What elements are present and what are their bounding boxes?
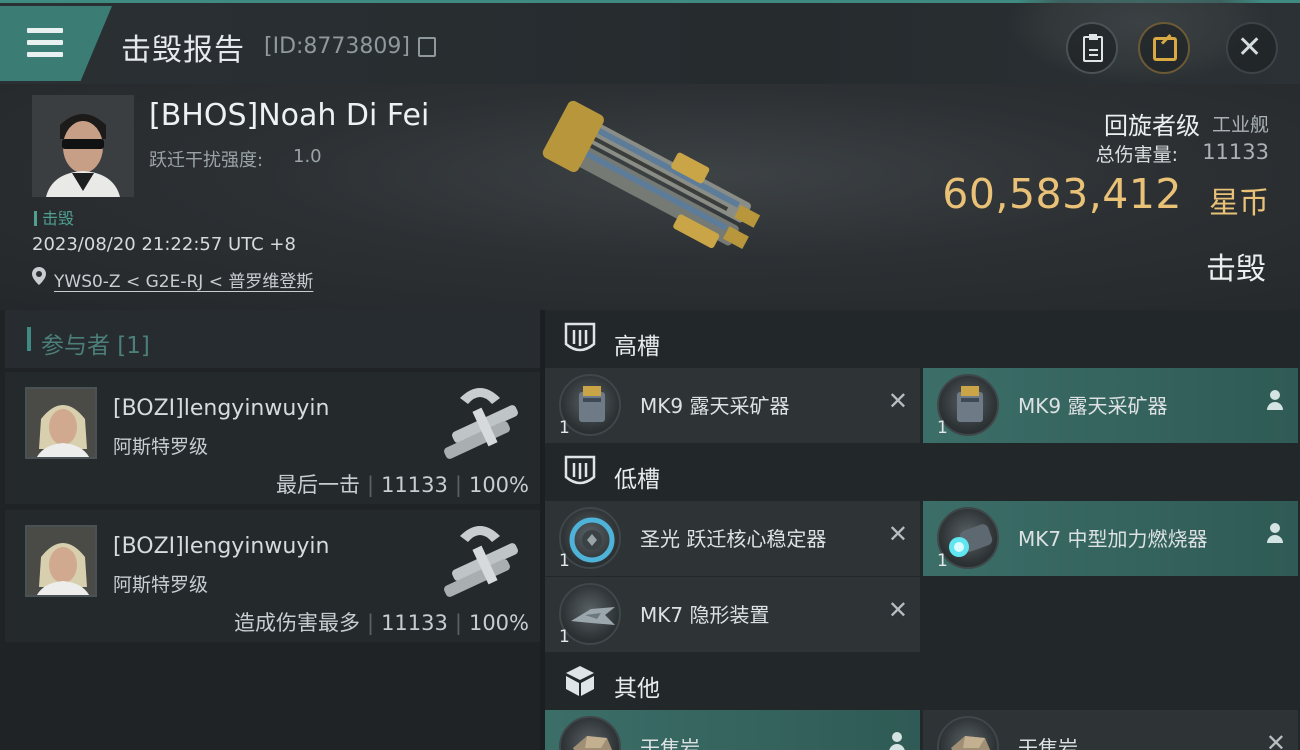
attacker-ship: 阿斯特罗级 [113, 436, 209, 458]
copy-id-icon[interactable] [418, 37, 436, 57]
attacker-damage: 11133 [381, 473, 448, 497]
module-quantity: 1 [937, 551, 948, 571]
module-quantity: 1 [559, 418, 570, 438]
close-button[interactable]: ✕ [1226, 22, 1278, 74]
attacker-name[interactable]: [BOZI]lengyinwuyin [113, 396, 329, 421]
module-name: MK7 中型加力燃烧器 [1018, 527, 1208, 551]
warp-disruption-value: 1.0 [293, 146, 322, 167]
share-icon [1153, 37, 1177, 61]
module-quantity: 1 [559, 551, 570, 571]
attacker-ship-icon[interactable] [430, 378, 530, 466]
person-icon [888, 732, 906, 750]
share-button[interactable] [1138, 22, 1190, 74]
cargo-box-icon [566, 666, 594, 696]
isk-value: 60,583,412 [942, 170, 1182, 218]
module-item[interactable]: 1 MK9 露天采矿器 ✕ [545, 368, 920, 443]
module-item[interactable]: 1 MK9 露天采矿器 [923, 368, 1298, 443]
ore-icon [559, 716, 621, 750]
other-slot-header: 其他 [545, 652, 1300, 710]
module-item[interactable]: 1 圣光 跃迁核心稳定器 ✕ [545, 501, 920, 576]
high-slot-header: 高槽 [545, 310, 1300, 368]
ore-icon [937, 716, 999, 750]
participants-panel: 参与者 [1] [BOZI]lengyinwuyin 阿斯特罗级 最后一击 | … [0, 310, 540, 750]
victim-avatar[interactable] [32, 95, 134, 197]
low-slot-label: 低槽 [614, 467, 660, 493]
other-slot-label: 其他 [614, 676, 660, 702]
module-name: 干焦岩 [640, 736, 700, 750]
isk-unit: 星币 [1209, 186, 1269, 221]
module-item[interactable]: 干焦岩 ✕ [923, 710, 1298, 750]
x-icon: ✕ [887, 596, 908, 624]
ship-type-name[interactable]: 回旋者级 [1104, 106, 1200, 141]
attacker-ship: 阿斯特罗级 [113, 574, 209, 596]
low-slot-icon [564, 455, 596, 485]
attacker-damage: 11133 [381, 611, 448, 635]
high-slot-icon [564, 322, 596, 352]
module-name: 圣光 跃迁核心稳定器 [640, 527, 827, 551]
x-icon: ✕ [1265, 729, 1286, 750]
close-icon: ✕ [1237, 30, 1263, 65]
fitting-panel: 高槽 1 MK9 露天采矿器 ✕ 1 MK9 露天采矿器 低槽 1 圣光 跃迁核… [545, 310, 1300, 750]
total-damage-label: 总伤害量: [1095, 144, 1178, 166]
module-quantity: 1 [559, 627, 570, 647]
victim-name[interactable]: [BHOS]Noah Di Fei [149, 98, 429, 133]
title-bar: 击毁报告 [ID:8773809] ✕ [0, 0, 1300, 84]
victim-panel: [BHOS]Noah Di Fei 跃迁干扰强度: 1.0 击毁 2023/08… [0, 84, 1300, 310]
menu-button[interactable] [0, 6, 112, 81]
total-damage-value: 11133 [1202, 140, 1269, 164]
low-slot-header: 低槽 [545, 443, 1300, 501]
module-item[interactable]: 1 MK7 中型加力燃烧器 [923, 501, 1298, 576]
attacker-avatar[interactable] [25, 525, 97, 597]
location-link[interactable]: YWS0-Z < G2E-RJ < 普罗维登斯 [54, 272, 313, 292]
map-pin-icon [32, 267, 46, 285]
attacker-percent: 100% [468, 611, 529, 635]
person-icon [1266, 390, 1284, 412]
attacker-stats: 最后一击 | 11133 | 100% [275, 473, 529, 497]
participants-header: 参与者 [1] [5, 310, 540, 368]
module-item[interactable]: 干焦岩 [545, 710, 920, 750]
kill-timestamp: 2023/08/20 21:22:57 UTC +8 [32, 234, 296, 255]
warp-disruption-label: 跃迁干扰强度: [149, 150, 264, 171]
victim-ship-render [542, 100, 761, 249]
module-name: MK9 露天采矿器 [1018, 394, 1168, 418]
kill-status: 击毁 [1206, 252, 1266, 287]
module-name: MK9 露天采矿器 [640, 394, 790, 418]
attacker-name[interactable]: [BOZI]lengyinwuyin [113, 534, 329, 559]
attacker-percent: 100% [468, 473, 529, 497]
attacker-tag: 最后一击 [275, 473, 360, 497]
person-icon [1266, 523, 1284, 545]
report-id: [ID:8773809] [264, 34, 410, 59]
attacker-tag: 造成伤害最多 [233, 611, 360, 635]
clipboard-icon [1083, 34, 1103, 62]
module-quantity: 1 [937, 418, 948, 438]
kill-tag: 击毁 [34, 205, 74, 229]
x-icon: ✕ [887, 520, 908, 548]
report-button[interactable] [1066, 22, 1118, 74]
hamburger-icon [27, 28, 63, 33]
ship-class: 工业舰 [1211, 114, 1269, 136]
killmail-window: 击毁报告 [ID:8773809] ✕ [BHOS]Noah Di Fei 跃迁… [0, 0, 1300, 750]
attacker-avatar[interactable] [25, 387, 97, 459]
attacker-ship-icon[interactable] [430, 516, 530, 604]
high-slot-label: 高槽 [614, 334, 660, 360]
module-name: 干焦岩 [1018, 736, 1078, 750]
attacker-row[interactable]: [BOZI]lengyinwuyin 阿斯特罗级 造成伤害最多 | 11133 | 10… [5, 510, 540, 642]
attacker-stats: 造成伤害最多 | 11133 | 100% [233, 611, 529, 635]
participants-title: 参与者 [1] [41, 333, 150, 359]
attacker-row[interactable]: [BOZI]lengyinwuyin 阿斯特罗级 最后一击 | 11133 | 100% [5, 372, 540, 504]
module-item[interactable]: 1 MK7 隐形装置 ✕ [545, 577, 920, 652]
page-title: 击毁报告 [121, 33, 245, 68]
module-name: MK7 隐形装置 [640, 603, 770, 627]
kill-location[interactable]: YWS0-Z < G2E-RJ < 普罗维登斯 [32, 267, 313, 292]
x-icon: ✕ [887, 387, 908, 415]
